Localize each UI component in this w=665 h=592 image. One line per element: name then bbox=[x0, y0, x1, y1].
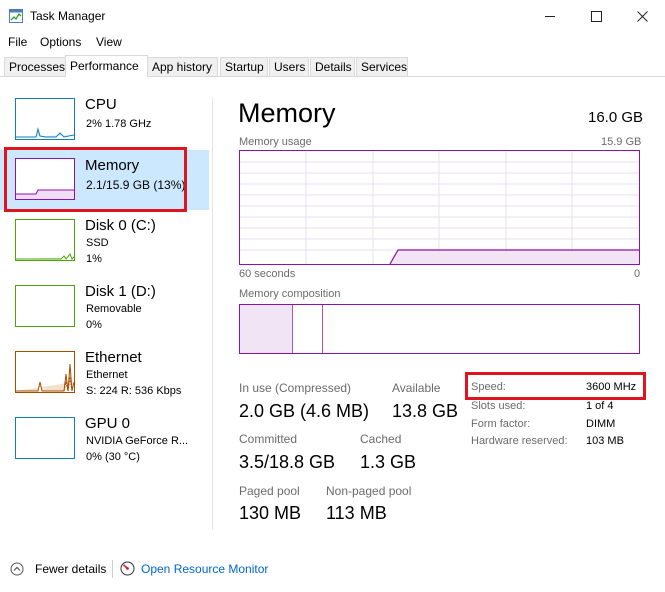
nonpaged-pool-value: 113 MB bbox=[326, 503, 387, 523]
sidebar-item-detail: 1% bbox=[86, 253, 102, 265]
slots-value: 1 of 4 bbox=[586, 400, 614, 412]
in-use-value: 2.0 GB (4.6 MB) bbox=[239, 401, 370, 421]
committed-label: Committed bbox=[239, 432, 298, 446]
page-title: Memory bbox=[238, 98, 336, 128]
resource-monitor-icon[interactable] bbox=[120, 561, 135, 576]
sidebar-item-label: Ethernet bbox=[85, 349, 142, 366]
task-manager-icon bbox=[9, 9, 23, 23]
sidebar-item-detail: 2% 1.78 GHz bbox=[86, 118, 152, 130]
maximize-icon bbox=[590, 10, 602, 22]
sidebar-item-disk1[interactable]: Disk 1 (D:) Removable 0% bbox=[0, 279, 209, 343]
fewer-details-link[interactable]: Fewer details bbox=[35, 562, 106, 576]
in-use-label: In use (Compressed) bbox=[239, 381, 352, 395]
sidebar-item-detail: SSD bbox=[86, 237, 109, 249]
form-factor-value: DIMM bbox=[586, 418, 616, 430]
cached-value: 1.3 GB bbox=[360, 452, 417, 472]
title-bar: Task Manager bbox=[0, 0, 665, 32]
maximize-button[interactable] bbox=[573, 0, 619, 32]
memory-highlight-box bbox=[4, 147, 187, 212]
hardware-reserved-label: Hardware reserved: bbox=[471, 435, 568, 447]
ethernet-thumbnail bbox=[15, 351, 75, 393]
cpu-thumbnail bbox=[15, 98, 75, 140]
memory-total: 16.0 GB bbox=[588, 109, 644, 126]
paged-pool-label: Paged pool bbox=[239, 484, 300, 498]
close-icon bbox=[636, 10, 648, 22]
slots-label: Slots used: bbox=[471, 400, 526, 412]
disk0-thumbnail bbox=[15, 219, 75, 261]
fewer-details-chevron-icon[interactable] bbox=[10, 562, 24, 576]
tab-app-history[interactable]: App history bbox=[147, 57, 218, 76]
tab-processes[interactable]: Processes bbox=[4, 57, 66, 76]
memory-usage-graph bbox=[239, 150, 640, 265]
tab-users[interactable]: Users bbox=[269, 57, 309, 76]
tab-performance[interactable]: Performance bbox=[65, 55, 148, 77]
paged-pool-value: 130 MB bbox=[239, 503, 302, 523]
tab-startup[interactable]: Startup bbox=[220, 57, 268, 76]
footer-divider bbox=[112, 560, 113, 578]
sidebar-item-disk0[interactable]: Disk 0 (C:) SSD 1% bbox=[0, 213, 209, 277]
committed-value: 3.5/18.8 GB bbox=[239, 452, 336, 472]
sidebar-item-detail: Ethernet bbox=[86, 369, 128, 381]
available-label: Available bbox=[392, 381, 441, 395]
close-button[interactable] bbox=[619, 0, 665, 32]
available-value: 13.8 GB bbox=[392, 401, 459, 421]
menu-file[interactable]: File bbox=[8, 35, 27, 49]
time-axis-label: 60 seconds bbox=[239, 268, 296, 280]
menu-options[interactable]: Options bbox=[40, 35, 81, 49]
cached-label: Cached bbox=[360, 432, 402, 446]
window-title: Task Manager bbox=[30, 9, 106, 23]
memory-usage-label: Memory usage bbox=[239, 136, 312, 148]
memory-composition-bar bbox=[239, 304, 640, 354]
sidebar-item-cpu[interactable]: CPU 2% 1.78 GHz bbox=[0, 91, 209, 155]
composition-standby bbox=[295, 305, 323, 353]
hardware-reserved-value: 103 MB bbox=[586, 435, 624, 447]
sidebar-divider bbox=[212, 98, 213, 530]
sidebar-item-detail: 0% (30 °C) bbox=[86, 451, 140, 463]
sidebar-item-label: CPU bbox=[85, 96, 117, 113]
form-factor-label: Form factor: bbox=[471, 418, 531, 430]
speed-highlight-box bbox=[465, 372, 646, 400]
minimize-button[interactable] bbox=[527, 0, 573, 32]
composition-in-use bbox=[240, 305, 292, 353]
tab-details[interactable]: Details bbox=[310, 57, 355, 76]
memory-usage-max: 15.9 GB bbox=[601, 136, 642, 148]
sidebar-item-detail: 0% bbox=[86, 319, 102, 331]
open-resource-monitor-link[interactable]: Open Resource Monitor bbox=[141, 562, 268, 576]
sidebar-item-detail: S: 224 R: 536 Kbps bbox=[86, 385, 182, 397]
sidebar-item-label: Disk 0 (C:) bbox=[85, 217, 156, 234]
memory-composition-label: Memory composition bbox=[239, 288, 341, 300]
time-axis-zero: 0 bbox=[634, 268, 641, 280]
menu-view[interactable]: View bbox=[96, 35, 122, 49]
sidebar-item-gpu[interactable]: GPU 0 NVIDIA GeForce R... 0% (30 °C) bbox=[0, 411, 209, 475]
sidebar-item-detail: NVIDIA GeForce R... bbox=[86, 435, 189, 447]
gpu-thumbnail bbox=[15, 417, 75, 459]
sidebar-item-detail: Removable bbox=[86, 303, 142, 315]
nonpaged-pool-label: Non-paged pool bbox=[326, 484, 412, 498]
tab-services[interactable]: Services bbox=[356, 57, 408, 76]
sidebar-item-ethernet[interactable]: Ethernet Ethernet S: 224 R: 536 Kbps bbox=[0, 345, 209, 409]
disk1-thumbnail bbox=[15, 285, 75, 327]
sidebar-item-label: GPU 0 bbox=[85, 415, 131, 432]
composition-divider bbox=[292, 305, 293, 353]
sidebar-item-label: Disk 1 (D:) bbox=[85, 283, 156, 300]
minimize-icon bbox=[544, 15, 555, 17]
